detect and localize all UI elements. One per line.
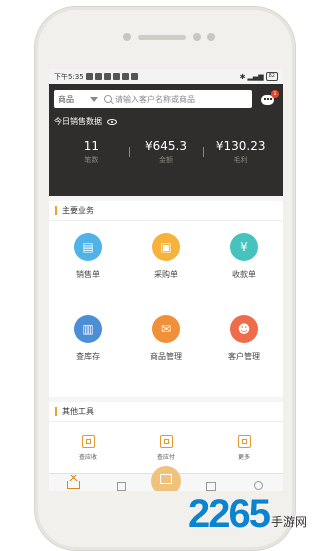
other-tools-section: 其他工具 查应收 查应付 更多: [49, 402, 283, 474]
stat-profit: ¥130.23 毛利: [203, 139, 278, 165]
notification-icon: [112, 73, 120, 80]
purchase-order-icon: ▣: [152, 233, 180, 261]
earpiece-speaker: [138, 35, 186, 40]
watermark-logo-text: 手游网: [270, 515, 307, 529]
notification-icon: [103, 73, 111, 80]
receipt-button[interactable]: ¥ 收款单: [205, 233, 283, 315]
signal-icon: ▂▄▆: [247, 72, 264, 81]
sales-order-button[interactable]: ▤ 销售单: [49, 233, 127, 315]
payable-icon: [159, 435, 173, 448]
chevron-down-icon[interactable]: [90, 96, 98, 102]
receivable-button[interactable]: 查应收: [49, 435, 127, 461]
unread-badge: 1: [271, 90, 279, 98]
center-action-button[interactable]: [151, 466, 181, 491]
business-grid: ▤ 销售单 ▣ 采购单 ¥ 收款单 ▥ 查库存 ✉ 商品管理 ☻ 客户管理: [49, 221, 283, 397]
payable-button[interactable]: 查应付: [127, 435, 205, 461]
divider: [128, 147, 130, 157]
profile-icon[interactable]: [254, 481, 263, 490]
search-icon: [104, 95, 112, 103]
stat-count: 11 笔数: [83, 139, 99, 164]
customer-manage-button[interactable]: ☻ 客户管理: [205, 315, 283, 397]
today-sales-title: 今日销售数据: [54, 117, 102, 126]
receipt-icon: ¥: [230, 233, 258, 261]
sensor-dot-right: [207, 33, 215, 41]
notification-icon: [121, 73, 129, 80]
inventory-icon: ▥: [74, 315, 102, 343]
search-box[interactable]: 商品 请输入客户名称或商品: [54, 90, 252, 108]
home-icon[interactable]: [66, 475, 81, 489]
today-sales-title-row: 今日销售数据: [54, 116, 278, 127]
status-bar: 下午5:35 ✱ ▂▄▆ 82: [49, 69, 283, 84]
divider: [203, 147, 205, 157]
today-stats: 11 笔数 ¥645.3 金额 ¥130.23 毛利: [54, 139, 278, 165]
purchase-order-button[interactable]: ▣ 采购单: [127, 233, 205, 315]
eye-icon[interactable]: [107, 118, 117, 125]
sales-order-icon: ▤: [74, 233, 102, 261]
bottom-nav: [49, 466, 283, 491]
bluetooth-icon: ✱: [239, 72, 246, 81]
search-input[interactable]: 请输入客户名称或商品: [115, 94, 195, 105]
notification-icon: [130, 73, 138, 80]
app-screen: 下午5:35 ✱ ▂▄▆ 82 商品 请输入客户名称或商品 1 今日销售数据 1…: [49, 69, 283, 491]
search-row: 商品 请输入客户名称或商品 1: [54, 90, 279, 108]
phone-frame: 下午5:35 ✱ ▂▄▆ 82 商品 请输入客户名称或商品 1 今日销售数据 1…: [34, 6, 296, 551]
more-icon: [237, 435, 251, 448]
status-time: 下午5:35: [54, 72, 84, 81]
search-category-select[interactable]: 商品: [58, 94, 88, 105]
notification-icon: [85, 73, 93, 80]
section-accent-bar: [55, 206, 57, 215]
section-title: 其他工具: [49, 402, 283, 422]
product-manage-button[interactable]: ✉ 商品管理: [127, 315, 205, 397]
inventory-button[interactable]: ▥ 查库存: [49, 315, 127, 397]
sales-header: 商品 请输入客户名称或商品 1 今日销售数据 11 笔数 ¥645.3 金额 ¥…: [49, 84, 283, 196]
more-button[interactable]: 更多: [205, 435, 283, 461]
receivable-icon: [81, 435, 95, 448]
customer-manage-icon: ☻: [230, 315, 258, 343]
section-title: 主要业务: [49, 201, 283, 221]
document-icon: [160, 474, 172, 484]
battery-icon: 82: [265, 72, 278, 81]
main-business-section: 主要业务 ▤ 销售单 ▣ 采购单 ¥ 收款单 ▥ 查库存 ✉ 商品管理 ☻ 客户…: [49, 201, 283, 397]
sensor-dot: [123, 33, 131, 41]
stat-amount: ¥645.3 金额: [128, 139, 204, 165]
site-watermark: 2265 手游网: [188, 494, 307, 534]
nav-tab-icon[interactable]: [206, 482, 216, 491]
section-accent-bar: [55, 407, 57, 416]
product-manage-icon: ✉: [152, 315, 180, 343]
front-camera: [193, 33, 201, 41]
notification-icon: [94, 73, 102, 80]
watermark-logo-number: 2265: [188, 492, 271, 536]
message-button[interactable]: 1: [260, 90, 279, 106]
nav-tab-icon[interactable]: [117, 482, 126, 491]
